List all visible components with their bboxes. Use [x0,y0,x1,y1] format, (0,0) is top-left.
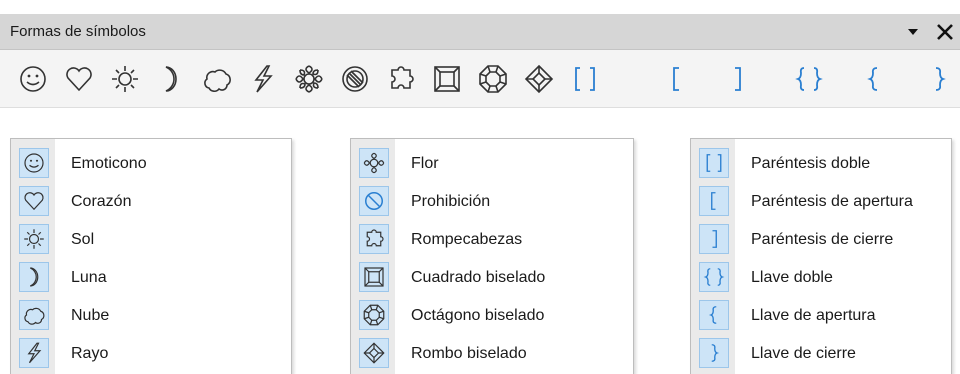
menu-item-parentesis-doble[interactable]: Paréntesis doble [691,145,951,183]
right-brace-button[interactable] [920,60,958,98]
bevel-octagon-button[interactable] [474,60,512,98]
menu-item-label: Llave doble [751,269,833,286]
menu-item-label: Cuadrado biselado [411,269,546,286]
menu-item-luna[interactable]: Luna [11,259,291,297]
menu-item-label: Rayo [71,345,109,362]
left-brace-icon [699,300,729,330]
flower-button[interactable] [290,60,328,98]
lightning-icon [254,65,273,93]
menu-item-emoticono[interactable]: Emoticono [11,145,291,183]
double-brace-button[interactable] [790,60,828,98]
menu-item-cuadrado-biselado[interactable]: Cuadrado biselado [351,259,633,297]
right-brace-icon [699,338,729,368]
menu-item-parentesis-apertura[interactable]: Paréntesis de apertura [691,183,951,221]
menu-item-label: Nube [71,307,110,324]
smiley-icon [19,148,49,178]
bevel-square-icon [434,66,460,92]
right-bracket-icon [699,224,729,254]
menu-item-rombo-biselado[interactable]: Rombo biselado [351,335,633,373]
cloud-icon [19,300,49,330]
left-bracket-icon [673,67,679,91]
cloud-button[interactable] [198,60,236,98]
heart-icon [19,186,49,216]
menu-item-label: Rombo biselado [411,345,527,362]
bevel-square-button[interactable] [428,60,466,98]
left-bracket-icon [699,186,729,216]
menu-item-rompecabezas[interactable]: Rompecabezas [351,221,633,259]
smiley-icon [20,66,46,92]
menu-item-label: Sol [71,231,95,248]
menu-item-label: Octágono biselado [411,307,545,324]
menu-item-label: Flor [411,155,439,172]
puzzle-button[interactable] [382,60,420,98]
menu-item-label: Llave de cierre [751,345,856,362]
menu-item-nube[interactable]: Nube [11,297,291,335]
menu-item-llave-doble[interactable]: Llave doble [691,259,951,297]
bevel-diamond-button[interactable] [520,60,558,98]
menu-item-label: Prohibición [411,193,491,210]
double-bracket-icon [575,67,595,91]
sun-button[interactable] [106,60,144,98]
dropdown-arrow-icon[interactable] [905,24,921,40]
menu-item-label: Emoticono [71,155,147,172]
double-brace-icon [699,262,729,292]
prohibition-icon [359,186,389,216]
symbol-shapes-toolbar [0,50,960,108]
cloud-icon [204,69,231,93]
panel-title: Formas de símbolos [10,23,146,40]
menu-item-flor[interactable]: Flor [351,145,633,183]
left-bracket-button[interactable] [658,60,696,98]
double-bracket-button[interactable] [566,60,604,98]
lightning-icon [19,338,49,368]
bevel-diamond-icon [524,64,554,94]
menu-item-label: Paréntesis doble [751,155,871,172]
menu-item-llave-apertura[interactable]: Llave de apertura [691,297,951,335]
right-bracket-button[interactable] [718,60,756,98]
left-brace-button[interactable] [855,60,893,98]
moon-icon [165,66,177,92]
menu-item-label: Rompecabezas [411,231,523,248]
panel-titlebar: Formas de símbolos [0,14,960,50]
menu-basic-symbols: Emoticono Corazón Sol Luna Nube Rayo [10,138,292,374]
bevel-octagon-icon [359,300,389,330]
flower-icon [295,65,323,93]
menu-item-label: Corazón [71,193,132,210]
bevel-diamond-icon [359,338,389,368]
flower-icon [359,148,389,178]
sun-icon [112,66,138,92]
puzzle-icon [391,66,414,89]
double-brace-icon [795,67,823,91]
menu-beveled-symbols: Flor Prohibición Rompecabezas Cuadrado b… [350,138,634,374]
heart-icon [66,67,92,92]
lightning-button[interactable] [244,60,282,98]
menu-item-llave-cierre[interactable]: Llave de cierre [691,335,951,373]
menu-item-rayo[interactable]: Rayo [11,335,291,373]
menu-item-label: Luna [71,269,107,286]
left-brace-icon [867,67,878,91]
prohibition-icon [342,66,368,92]
bevel-square-icon [359,262,389,292]
prohibition-button[interactable] [336,60,374,98]
right-bracket-icon [735,67,741,91]
moon-icon [19,262,49,292]
menu-item-label: Llave de apertura [751,307,876,324]
menu-item-label: Paréntesis de cierre [751,231,894,248]
menu-item-sol[interactable]: Sol [11,221,291,259]
menu-item-parentesis-cierre[interactable]: Paréntesis de cierre [691,221,951,259]
sun-icon [19,224,49,254]
menu-item-label: Paréntesis de apertura [751,193,913,210]
menu-bracket-symbols: Paréntesis doble Paréntesis de apertura … [690,138,952,374]
bevel-octagon-icon [479,65,507,93]
menu-item-prohibicion[interactable]: Prohibición [351,183,633,221]
double-bracket-icon [699,148,729,178]
puzzle-icon [359,224,389,254]
right-brace-icon [935,67,946,91]
menu-item-octagono-biselado[interactable]: Octágono biselado [351,297,633,335]
moon-button[interactable] [152,60,190,98]
menu-item-corazon[interactable]: Corazón [11,183,291,221]
heart-button[interactable] [60,60,98,98]
smiley-button[interactable] [14,60,52,98]
close-icon[interactable] [934,21,956,43]
